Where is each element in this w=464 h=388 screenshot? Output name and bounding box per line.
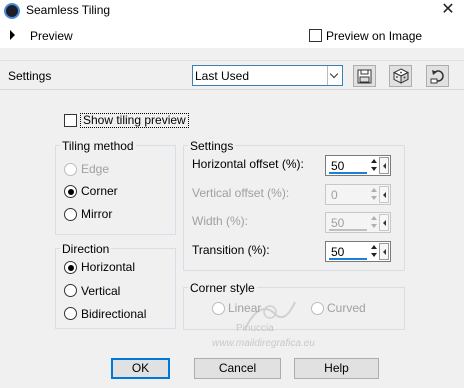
radio-bidirectional-label[interactable]: Bidirectional <box>81 307 146 321</box>
radio-mirror[interactable] <box>64 208 77 221</box>
chevron-down-icon[interactable] <box>327 66 342 85</box>
radio-horizontal[interactable] <box>64 261 77 274</box>
radio-mirror-label[interactable]: Mirror <box>81 207 112 221</box>
radio-corner-label[interactable]: Corner <box>81 184 118 198</box>
title-bar: Seamless Tiling ✕ <box>0 0 464 22</box>
value-bar <box>329 229 367 231</box>
radio-corner[interactable] <box>64 185 77 198</box>
transition-label: Transition (%): <box>192 243 270 257</box>
radio-vertical[interactable] <box>64 284 77 297</box>
radio-edge[interactable] <box>64 163 77 176</box>
width-value[interactable]: 50 <box>331 216 344 230</box>
app-icon <box>4 3 20 19</box>
spin-down-icon[interactable] <box>371 253 377 257</box>
horizontal-offset-label: Horizontal offset (%): <box>192 157 304 171</box>
preview-on-image-checkbox[interactable] <box>309 29 322 42</box>
randomize-button[interactable] <box>389 65 412 87</box>
settings-label: Settings <box>8 69 52 83</box>
spin-down-icon[interactable] <box>371 167 377 171</box>
watermark-url: www.maildiregrafica.eu <box>212 338 315 349</box>
radio-bidirectional[interactable] <box>64 307 77 320</box>
spin-up-icon[interactable] <box>371 159 377 163</box>
spin-up-icon[interactable] <box>371 216 377 220</box>
preset-dropdown[interactable]: Last Used <box>192 65 343 86</box>
vertical-offset-value[interactable]: 0 <box>331 188 338 202</box>
close-icon[interactable]: ✕ <box>438 1 458 19</box>
width-label: Width (%): <box>192 214 249 228</box>
cancel-button[interactable]: Cancel <box>194 358 281 379</box>
window-title: Seamless Tiling <box>26 3 111 17</box>
spin-arrows[interactable] <box>370 243 379 260</box>
ok-button[interactable]: OK <box>111 358 170 379</box>
horizontal-offset-value[interactable]: 50 <box>331 159 344 173</box>
width-spinner[interactable]: 50 <box>325 212 391 233</box>
radio-edge-label: Edge <box>81 162 110 176</box>
preview-label[interactable]: Preview <box>30 29 73 43</box>
radio-horizontal-label[interactable]: Horizontal <box>81 260 135 274</box>
slider-popup-button[interactable] <box>379 214 389 231</box>
value-bar <box>329 172 367 174</box>
vertical-offset-spinner[interactable]: 0 <box>325 184 391 205</box>
tiling-method-title: Tiling method <box>60 139 136 153</box>
spin-arrows[interactable] <box>370 186 379 203</box>
spin-up-icon[interactable] <box>371 245 377 249</box>
value-bar <box>329 258 367 260</box>
settings-group-title: Settings <box>188 139 236 153</box>
show-tiling-preview-label[interactable]: Show tiling preview <box>80 113 189 128</box>
watermark: Pinuccia www.maildiregrafica.eu <box>200 294 390 366</box>
spin-arrows[interactable] <box>370 214 379 231</box>
reset-button[interactable] <box>426 65 449 87</box>
reset-icon <box>430 70 444 84</box>
spin-down-icon[interactable] <box>371 196 377 200</box>
slider-popup-button[interactable] <box>379 157 389 174</box>
horizontal-offset-spinner[interactable]: 50 <box>325 155 391 176</box>
watermark-name: Pinuccia <box>236 323 274 334</box>
radio-vertical-label[interactable]: Vertical <box>81 284 120 298</box>
spin-arrows[interactable] <box>370 157 379 174</box>
vertical-offset-label: Vertical offset (%): <box>192 186 290 200</box>
spin-down-icon[interactable] <box>371 224 377 228</box>
slider-popup-button[interactable] <box>379 186 389 203</box>
settings-bar: Settings Last Used <box>0 60 464 90</box>
spin-up-icon[interactable] <box>371 188 377 192</box>
transition-value[interactable]: 50 <box>331 245 344 259</box>
help-button[interactable]: Help <box>294 358 379 379</box>
preset-value: Last Used <box>195 69 250 83</box>
transition-spinner[interactable]: 50 <box>325 241 391 262</box>
corner-style-title: Corner style <box>188 281 257 295</box>
save-preset-button[interactable] <box>353 65 376 87</box>
slider-popup-button[interactable] <box>379 243 389 260</box>
preview-on-image-label[interactable]: Preview on Image <box>326 29 422 43</box>
direction-title: Direction <box>60 242 112 256</box>
show-tiling-preview-checkbox[interactable] <box>64 114 77 127</box>
save-preset-icon <box>357 69 372 83</box>
expand-arrow-icon[interactable] <box>10 30 15 40</box>
randomize-icon <box>392 68 409 84</box>
